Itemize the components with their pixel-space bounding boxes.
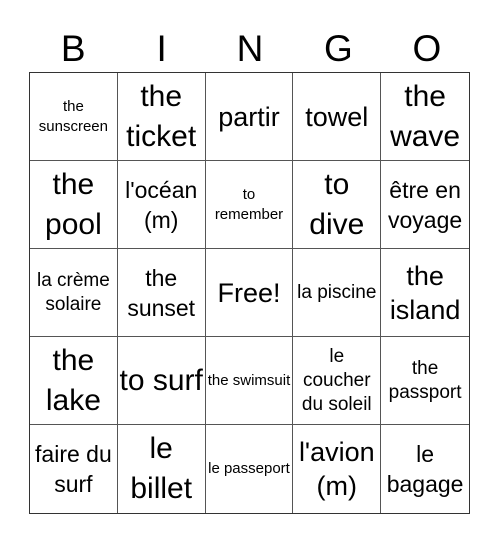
- bingo-cell[interactable]: the passport: [381, 337, 469, 425]
- bingo-cell[interactable]: le bagage: [381, 425, 469, 513]
- bingo-cell[interactable]: le passeport: [206, 425, 294, 513]
- header-letter-b: B: [60, 28, 86, 69]
- cell-text: the wave: [390, 79, 461, 153]
- cell-text: towel: [305, 101, 369, 132]
- cell-text: l'avion (m): [298, 437, 375, 501]
- bingo-cell[interactable]: to remember: [205, 161, 294, 249]
- bingo-cell[interactable]: the sunset: [117, 249, 206, 337]
- header-letter-o: O: [412, 28, 442, 69]
- bingo-cell[interactable]: la crème solaire: [30, 249, 118, 337]
- cell-text: the island: [389, 260, 461, 325]
- bingo-cell[interactable]: the swimsuit: [205, 337, 294, 425]
- cell-text: Free!: [217, 277, 281, 308]
- cell-text: to remember: [214, 185, 284, 223]
- bingo-cell[interactable]: le billet: [118, 425, 206, 513]
- cell-text: le billet: [130, 432, 193, 505]
- bingo-grid: the sunscreen the ticket partir towel the wa…: [29, 72, 470, 514]
- cell-text: the pool: [45, 167, 102, 241]
- cell-text: faire du surf: [35, 441, 112, 497]
- bingo-cell[interactable]: l'avion (m): [293, 425, 382, 513]
- cell-text: the passport: [388, 357, 462, 403]
- cell-text: la piscine: [297, 281, 377, 303]
- bingo-cell[interactable]: le coucher du soleil: [293, 337, 382, 425]
- cell-text: the ticket: [126, 79, 197, 153]
- bingo-cell[interactable]: partir: [205, 73, 294, 161]
- bingo-cell[interactable]: the lake: [30, 337, 118, 425]
- cell-text: to surf: [119, 363, 203, 397]
- bingo-cell[interactable]: l'océan (m): [117, 161, 206, 249]
- cell-text: être en voyage: [388, 176, 463, 233]
- bingo-cell[interactable]: to dive: [293, 161, 382, 249]
- header-letter-g: G: [324, 28, 353, 69]
- bingo-cell[interactable]: la piscine: [293, 249, 382, 337]
- bingo-cell[interactable]: the island: [381, 249, 469, 337]
- cell-text: the swimsuit: [207, 371, 291, 389]
- bingo-cell[interactable]: être en voyage: [381, 161, 469, 249]
- cell-text: le bagage: [386, 441, 464, 497]
- header-letter-n: N: [236, 28, 264, 69]
- cell-text: the lake: [45, 343, 101, 417]
- cell-text: le passeport: [208, 460, 290, 477]
- bingo-header: B I N G O: [29, 26, 471, 72]
- bingo-cell[interactable]: the sunscreen: [30, 73, 118, 161]
- cell-text: partir: [218, 101, 280, 132]
- bingo-cell-free[interactable]: Free!: [205, 249, 294, 337]
- cell-text: the sunset: [127, 264, 196, 321]
- cell-text: le coucher du soleil: [301, 345, 372, 415]
- bingo-cell[interactable]: the wave: [381, 73, 469, 161]
- cell-text: to dive: [309, 167, 365, 241]
- bingo-cell[interactable]: faire du surf: [30, 425, 118, 513]
- cell-text: the sunscreen: [38, 97, 108, 135]
- cell-text: l'océan (m): [125, 176, 198, 233]
- bingo-cell[interactable]: the pool: [30, 161, 118, 249]
- header-letter-i: I: [156, 28, 167, 69]
- bingo-cell[interactable]: the ticket: [117, 73, 206, 161]
- bingo-cell[interactable]: to surf: [117, 337, 206, 425]
- bingo-cell[interactable]: towel: [293, 73, 382, 161]
- cell-text: la crème solaire: [36, 269, 110, 315]
